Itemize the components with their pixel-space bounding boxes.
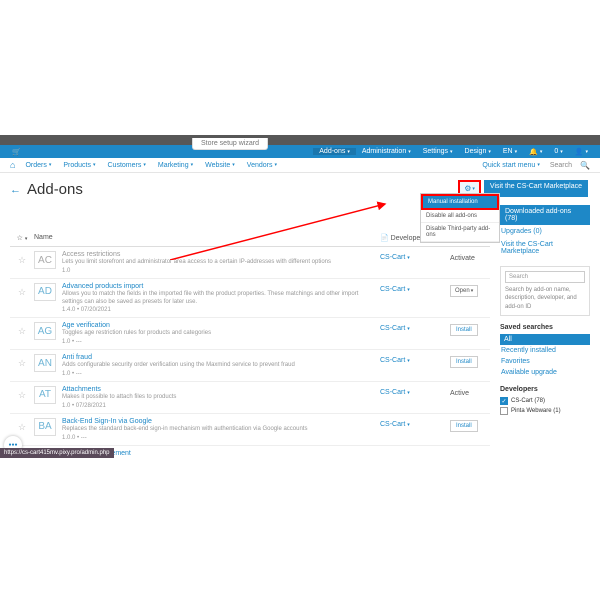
nav-orders[interactable]: Orders▾ (19, 162, 57, 169)
nav-website[interactable]: Website▾ (199, 162, 241, 169)
addon-description: Lets you limit storefront and administra… (62, 259, 380, 267)
dropdown-disable-all[interactable]: Disable all add-ons (421, 210, 499, 223)
addon-name[interactable]: Anti fraud (62, 354, 380, 361)
gear-dropdown: Manual installation Disable all add-ons … (420, 193, 500, 243)
addon-badge: AN (34, 354, 56, 372)
install-button[interactable]: Install (450, 356, 478, 368)
addon-badge: AG (34, 322, 56, 340)
back-button[interactable]: ← (10, 184, 21, 196)
addon-developer[interactable]: CS-Cart ▾ (380, 283, 450, 293)
table-row: ☆AN Anti fraudAdds configurable security … (10, 350, 490, 382)
notifications-icon[interactable]: 🔔▾ (523, 148, 548, 156)
nav-settings[interactable]: Settings▾ (417, 148, 459, 155)
checkbox-icon (500, 407, 508, 415)
search-label: Search (546, 162, 576, 169)
tab-downloaded[interactable]: Downloaded add-ons (78) (500, 205, 590, 225)
star-toggle[interactable]: ☆ (10, 251, 34, 266)
status-url: https://cs-cart415mv.pixy.pro/admin.php (0, 448, 114, 458)
addon-description: Toggles age restriction rules for produc… (62, 330, 380, 338)
table-row: ☆AD Advanced products importAllows you to… (10, 279, 490, 319)
addon-version: 1.0 • --- (62, 371, 380, 377)
addon-name[interactable]: Back-End Sign-In via Google (62, 418, 380, 425)
addon-badge: BA (34, 418, 56, 436)
page-title: Add-ons (27, 181, 83, 198)
addon-version: 1.0 (62, 268, 380, 274)
addon-developer[interactable]: CS-Cart ▾ (380, 322, 450, 332)
admin-top-bar: 🛒 Add-ons▾ Administration▾ Settings▾ Des… (0, 145, 600, 158)
star-toggle[interactable]: ☆ (10, 354, 34, 369)
open-button[interactable]: Open ▾ (450, 285, 478, 297)
addon-developer[interactable]: CS-Cart ▾ (380, 418, 450, 428)
addon-description: Allows you to match the fields in the im… (62, 291, 380, 307)
addon-version: 1.0 • --- (62, 339, 380, 345)
addon-version: 1.4.0 • 07/20/2021 (62, 307, 380, 313)
nav-marketing[interactable]: Marketing▾ (152, 162, 199, 169)
addon-version: 1.0 • 07/28/2021 (62, 403, 380, 409)
addon-name[interactable]: Access restrictions (62, 251, 380, 258)
dropdown-manual-installation[interactable]: Manual installation (421, 194, 499, 210)
tab-upgrades[interactable]: Upgrades (0) (500, 225, 590, 238)
gear-icon: ⚙ (464, 184, 471, 193)
star-toggle[interactable]: ☆ (10, 386, 34, 401)
saved-favorites[interactable]: Favorites (500, 356, 590, 367)
cart-count[interactable]: 0▾ (548, 148, 568, 155)
secondary-nav: ⌂ Orders▾ Products▾ Customers▾ Marketing… (0, 158, 600, 173)
addon-name[interactable]: Age verification (62, 322, 380, 329)
star-toggle[interactable]: ☆ (10, 418, 34, 433)
addon-description: Replaces the standard back-end sign-in m… (62, 426, 380, 434)
addon-name[interactable]: Advanced products import (62, 283, 380, 290)
activate-link[interactable]: Activate (450, 255, 475, 262)
saved-searches-heading: Saved searches (500, 324, 590, 331)
col-name[interactable]: Name (34, 234, 380, 242)
addon-badge: AT (34, 386, 56, 404)
sidebar: Downloaded add-ons (78) Upgrades (0) Vis… (500, 205, 590, 461)
nav-vendors[interactable]: Vendors▾ (241, 162, 283, 169)
addon-version: 1.0.0 • --- (62, 435, 380, 441)
user-icon[interactable]: 👤▾ (569, 148, 594, 156)
table-row: ☆BA Back-End Sign-In via GoogleReplaces t… (10, 414, 490, 446)
install-button[interactable]: Install (450, 324, 478, 336)
nav-products[interactable]: Products▾ (57, 162, 101, 169)
store-setup-wizard[interactable]: Store setup wizard (192, 138, 268, 150)
cart-icon[interactable]: 🛒 (6, 148, 27, 156)
home-icon[interactable]: ⌂ (6, 160, 19, 170)
sidebar-search-hint: Search by add-on name, description, deve… (505, 286, 585, 311)
addon-developer[interactable]: CS-Cart ▾ (380, 386, 450, 396)
table-row: ☆AT AttachmentsMakes it possible to attac… (10, 382, 490, 414)
nav-design[interactable]: Design▾ (459, 148, 497, 155)
nav-addons[interactable]: Add-ons▾ (313, 148, 356, 155)
search-icon[interactable]: 🔍 (576, 161, 594, 170)
addon-developer[interactable]: CS-Cart ▾ (380, 251, 450, 261)
developer-filter[interactable]: ✓CS-Cart (78) (500, 396, 590, 406)
saved-available-upgrade[interactable]: Available upgrade (500, 367, 590, 378)
developer-filter[interactable]: Pinta Webware (1) (500, 406, 590, 416)
install-button[interactable]: Install (450, 420, 478, 432)
saved-all[interactable]: All (500, 334, 590, 345)
nav-administration[interactable]: Administration▾ (356, 148, 417, 155)
star-toggle[interactable]: ☆ (10, 283, 34, 298)
addon-name[interactable]: Attachments (62, 386, 380, 393)
lang-switch[interactable]: EN▾ (497, 148, 523, 155)
checkbox-icon: ✓ (500, 397, 508, 405)
addons-table: ☆ ▾ Name 📄 Developer ☆ACAccess restricti… (10, 230, 490, 461)
quick-start-menu[interactable]: Quick start menu▾ (476, 162, 545, 169)
dropdown-disable-third[interactable]: Disable Third-party add-ons (421, 223, 499, 242)
addon-badge: AD (34, 283, 56, 301)
col-star[interactable]: ☆ ▾ (10, 234, 34, 242)
addon-developer[interactable]: CS-Cart ▾ (380, 354, 450, 364)
status-active: Active (450, 390, 469, 397)
addon-badge: AC (34, 251, 56, 269)
developers-heading: Developers (500, 386, 590, 393)
sidebar-search-input[interactable]: Search (505, 271, 585, 283)
side-visit-marketplace[interactable]: Visit the CS-Cart Marketplace (500, 238, 590, 258)
addon-description: Makes it possible to attach files to pro… (62, 394, 380, 402)
table-row: ☆AG Age verificationToggles age restricti… (10, 318, 490, 350)
addon-description: Adds configurable security order verific… (62, 362, 380, 370)
nav-customers[interactable]: Customers▾ (102, 162, 152, 169)
star-toggle[interactable]: ☆ (10, 322, 34, 337)
table-row: ☆AC Access restrictionsLets you limit sto… (10, 247, 490, 279)
saved-recent[interactable]: Recently installed (500, 345, 590, 356)
